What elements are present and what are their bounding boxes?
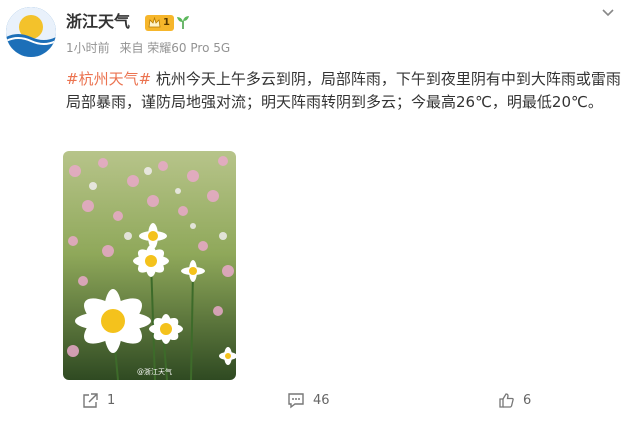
user-level-badge[interactable]: 1 <box>145 15 174 31</box>
share-icon <box>83 392 98 408</box>
avatar-logo-icon <box>6 7 56 57</box>
topic-link[interactable]: #杭州天气# <box>66 70 151 88</box>
share-count: 1 <box>107 392 116 408</box>
like-count: 6 <box>523 392 532 408</box>
avatar[interactable] <box>6 7 56 57</box>
thumbs-up-icon <box>499 392 514 408</box>
author-name[interactable]: 浙江天气 <box>66 12 130 32</box>
sprout-icon[interactable] <box>176 14 190 30</box>
share-button[interactable]: 1 <box>82 390 115 410</box>
action-bar: 1 46 6 <box>0 384 640 416</box>
post-time[interactable]: 1小时前 <box>66 41 110 55</box>
level-number: 1 <box>163 17 170 28</box>
comment-count: 46 <box>313 392 330 408</box>
post-meta: 1小时前 来自 荣耀60 Pro 5G <box>66 40 236 56</box>
post-text: #杭州天气# 杭州今天上午多云到阴，局部阵雨，下午到夜里阴有中到大阵雨或雷雨局部… <box>66 68 622 114</box>
crown-icon <box>148 17 161 28</box>
comment-button[interactable]: 46 <box>287 390 330 410</box>
daisy-flowers-photo: @浙江天气 <box>63 151 236 380</box>
like-button[interactable]: 6 <box>498 390 531 410</box>
comment-icon <box>288 392 304 408</box>
weibo-post-card: 浙江天气 1 1小时前 来自 荣耀60 Pro 5G #杭州天气# 杭州今天上午… <box>0 0 640 424</box>
post-image[interactable]: @浙江天气 <box>63 151 236 380</box>
chevron-down-icon[interactable] <box>600 7 616 19</box>
image-watermark: @浙江天气 <box>137 367 172 376</box>
post-source: 来自 荣耀60 Pro 5G <box>119 41 231 55</box>
